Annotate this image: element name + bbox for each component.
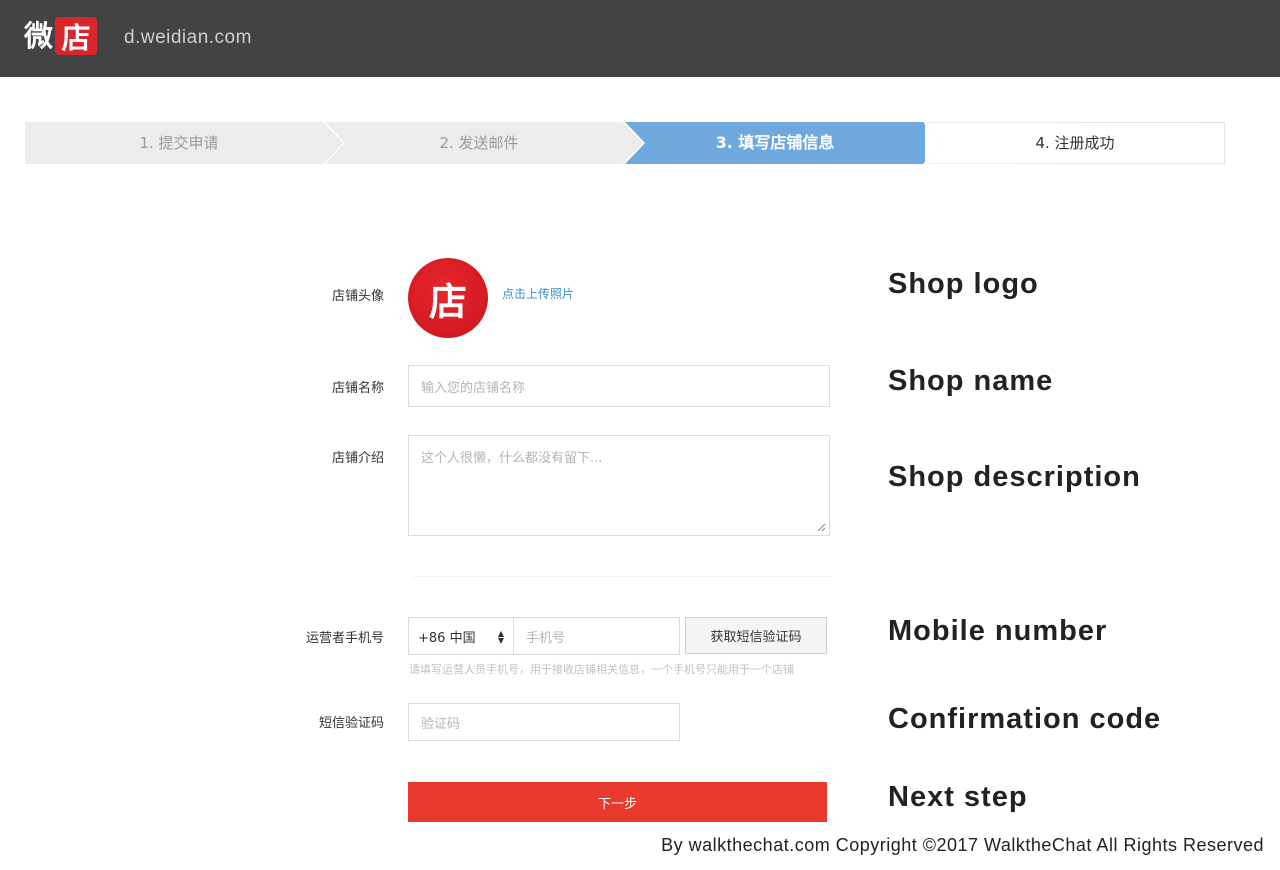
step-2-label: 2. 发送邮件 bbox=[439, 134, 519, 152]
top-bar: 微 店 d.weidian.com bbox=[0, 0, 1280, 77]
logo-dian-badge: 店 bbox=[55, 17, 98, 55]
sms-code-placeholder: 验证码 bbox=[421, 716, 461, 732]
logo-wei-text: 微 bbox=[24, 19, 54, 53]
annotation-shop-name: Shop name bbox=[888, 365, 1054, 397]
annotation-next-step: Next step bbox=[888, 781, 1028, 813]
step-1-label: 1. 提交申请 bbox=[139, 134, 219, 152]
annotation-mobile-number: Mobile number bbox=[888, 615, 1108, 647]
resize-grip-icon[interactable] bbox=[816, 522, 826, 532]
registration-stepper: 1. 提交申请 2. 发送邮件 3. 填写店铺信息 4. 注册成功 bbox=[25, 122, 1225, 164]
annotation-confirmation-code: Confirmation code bbox=[888, 703, 1162, 735]
country-code-value: +86 中国 bbox=[418, 630, 476, 646]
annotation-shop-logo: Shop logo bbox=[888, 268, 1039, 300]
phone-number-input[interactable]: 手机号 bbox=[513, 617, 680, 655]
sms-code-label: 短信验证码 bbox=[318, 716, 384, 731]
step-4-label: 4. 注册成功 bbox=[1035, 134, 1115, 152]
shop-description-textarea[interactable]: 这个人很懒，什么都没有留下... bbox=[408, 435, 830, 536]
sms-code-input[interactable]: 验证码 bbox=[408, 703, 680, 741]
copyright-credit: By walkthechat.com Copyright ©2017 Walkt… bbox=[661, 835, 1264, 855]
avatar-label: 店铺头像 bbox=[331, 289, 384, 304]
mobile-hint: 请填写运营人员手机号，用于接收店铺相关信息，一个手机号只能用于一个店铺 bbox=[409, 663, 794, 676]
select-arrows-icon: ▲ ▼ bbox=[497, 629, 504, 645]
site-url: d.weidian.com bbox=[124, 27, 252, 48]
weidian-logo[interactable]: 微 店 bbox=[24, 17, 98, 55]
shop-description-placeholder: 这个人很懒，什么都没有留下... bbox=[421, 451, 603, 466]
upload-photo-link[interactable]: 点击上传照片 bbox=[502, 285, 574, 302]
phone-number-placeholder: 手机号 bbox=[526, 630, 566, 646]
shop-name-label: 店铺名称 bbox=[331, 381, 384, 396]
next-step-button[interactable]: 下一步 bbox=[408, 782, 827, 822]
step-3-label: 3. 填写店铺信息 bbox=[715, 133, 835, 152]
shop-name-input[interactable]: 输入您的店铺名称 bbox=[408, 365, 830, 407]
mobile-label: 运营者手机号 bbox=[305, 631, 384, 646]
shop-description-label: 店铺介绍 bbox=[331, 451, 384, 466]
country-code-select[interactable]: +86 中国 ▲ ▼ bbox=[408, 617, 514, 655]
section-divider bbox=[412, 576, 832, 577]
shop-name-placeholder: 输入您的店铺名称 bbox=[421, 380, 526, 396]
shop-avatar[interactable]: 店 bbox=[408, 258, 488, 338]
annotation-shop-description: Shop description bbox=[888, 461, 1141, 493]
get-sms-code-button[interactable]: 获取短信验证码 bbox=[685, 617, 827, 654]
